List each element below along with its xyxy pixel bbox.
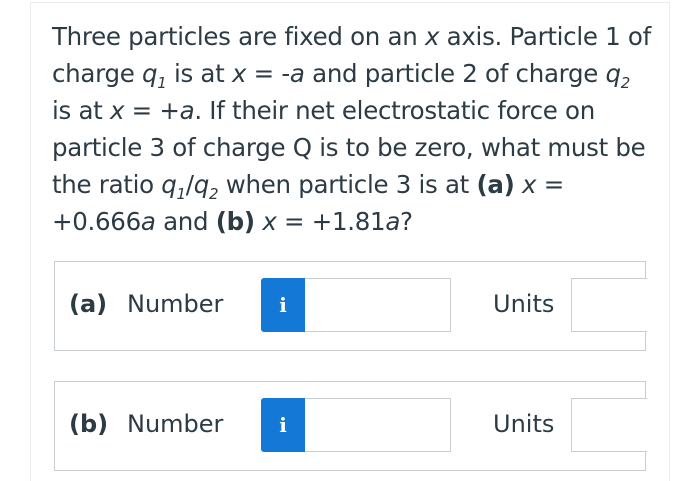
units-label-a: Units (493, 290, 555, 318)
units-select-b[interactable] (571, 398, 647, 452)
number-input-b[interactable] (305, 398, 451, 452)
answer-row-b: (b) Number i Units (54, 381, 647, 471)
info-icon[interactable]: i (261, 278, 305, 332)
question-text: Three particles are fixed on an x axis. … (52, 22, 651, 236)
units-label-b: Units (493, 410, 555, 438)
number-label-a: Number (127, 290, 224, 318)
part-label-a: (a) (69, 290, 108, 318)
part-label-b: (b) (69, 410, 109, 438)
number-label-b: Number (127, 410, 224, 438)
answer-row-a: (a) Number i Units (54, 261, 647, 351)
number-input-a[interactable] (305, 278, 451, 332)
info-icon[interactable]: i (261, 398, 305, 452)
units-select-a[interactable] (571, 278, 647, 332)
